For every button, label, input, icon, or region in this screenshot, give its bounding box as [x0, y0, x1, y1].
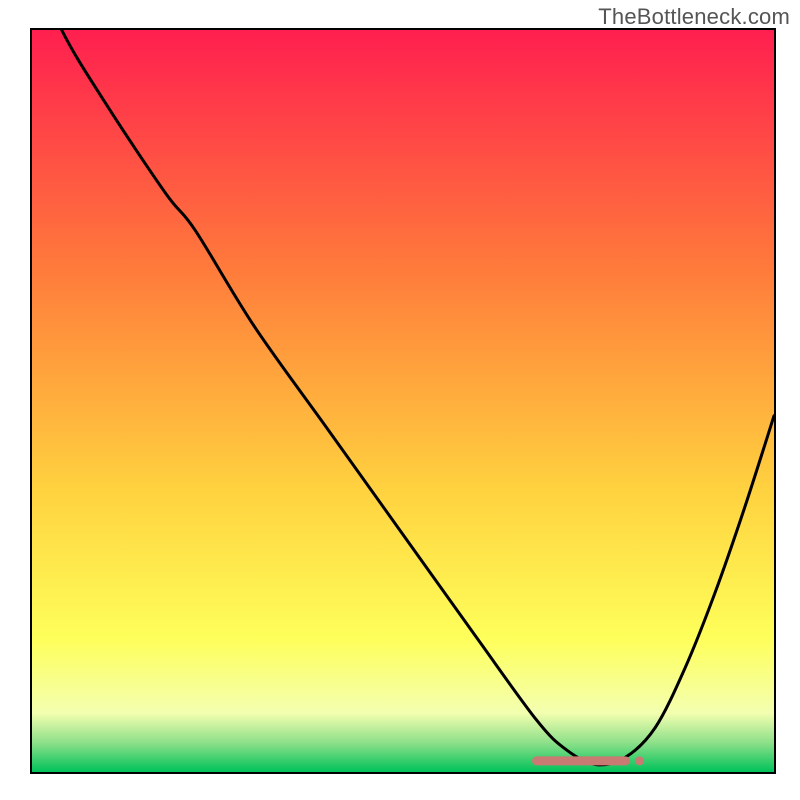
- optimal-range-marker: [537, 756, 645, 765]
- heatmap-background: [32, 30, 774, 772]
- chart-container: TheBottleneck.com: [0, 0, 800, 800]
- watermark-label: TheBottleneck.com: [598, 4, 790, 30]
- plot-area: [30, 28, 776, 774]
- plot-svg: [32, 30, 774, 772]
